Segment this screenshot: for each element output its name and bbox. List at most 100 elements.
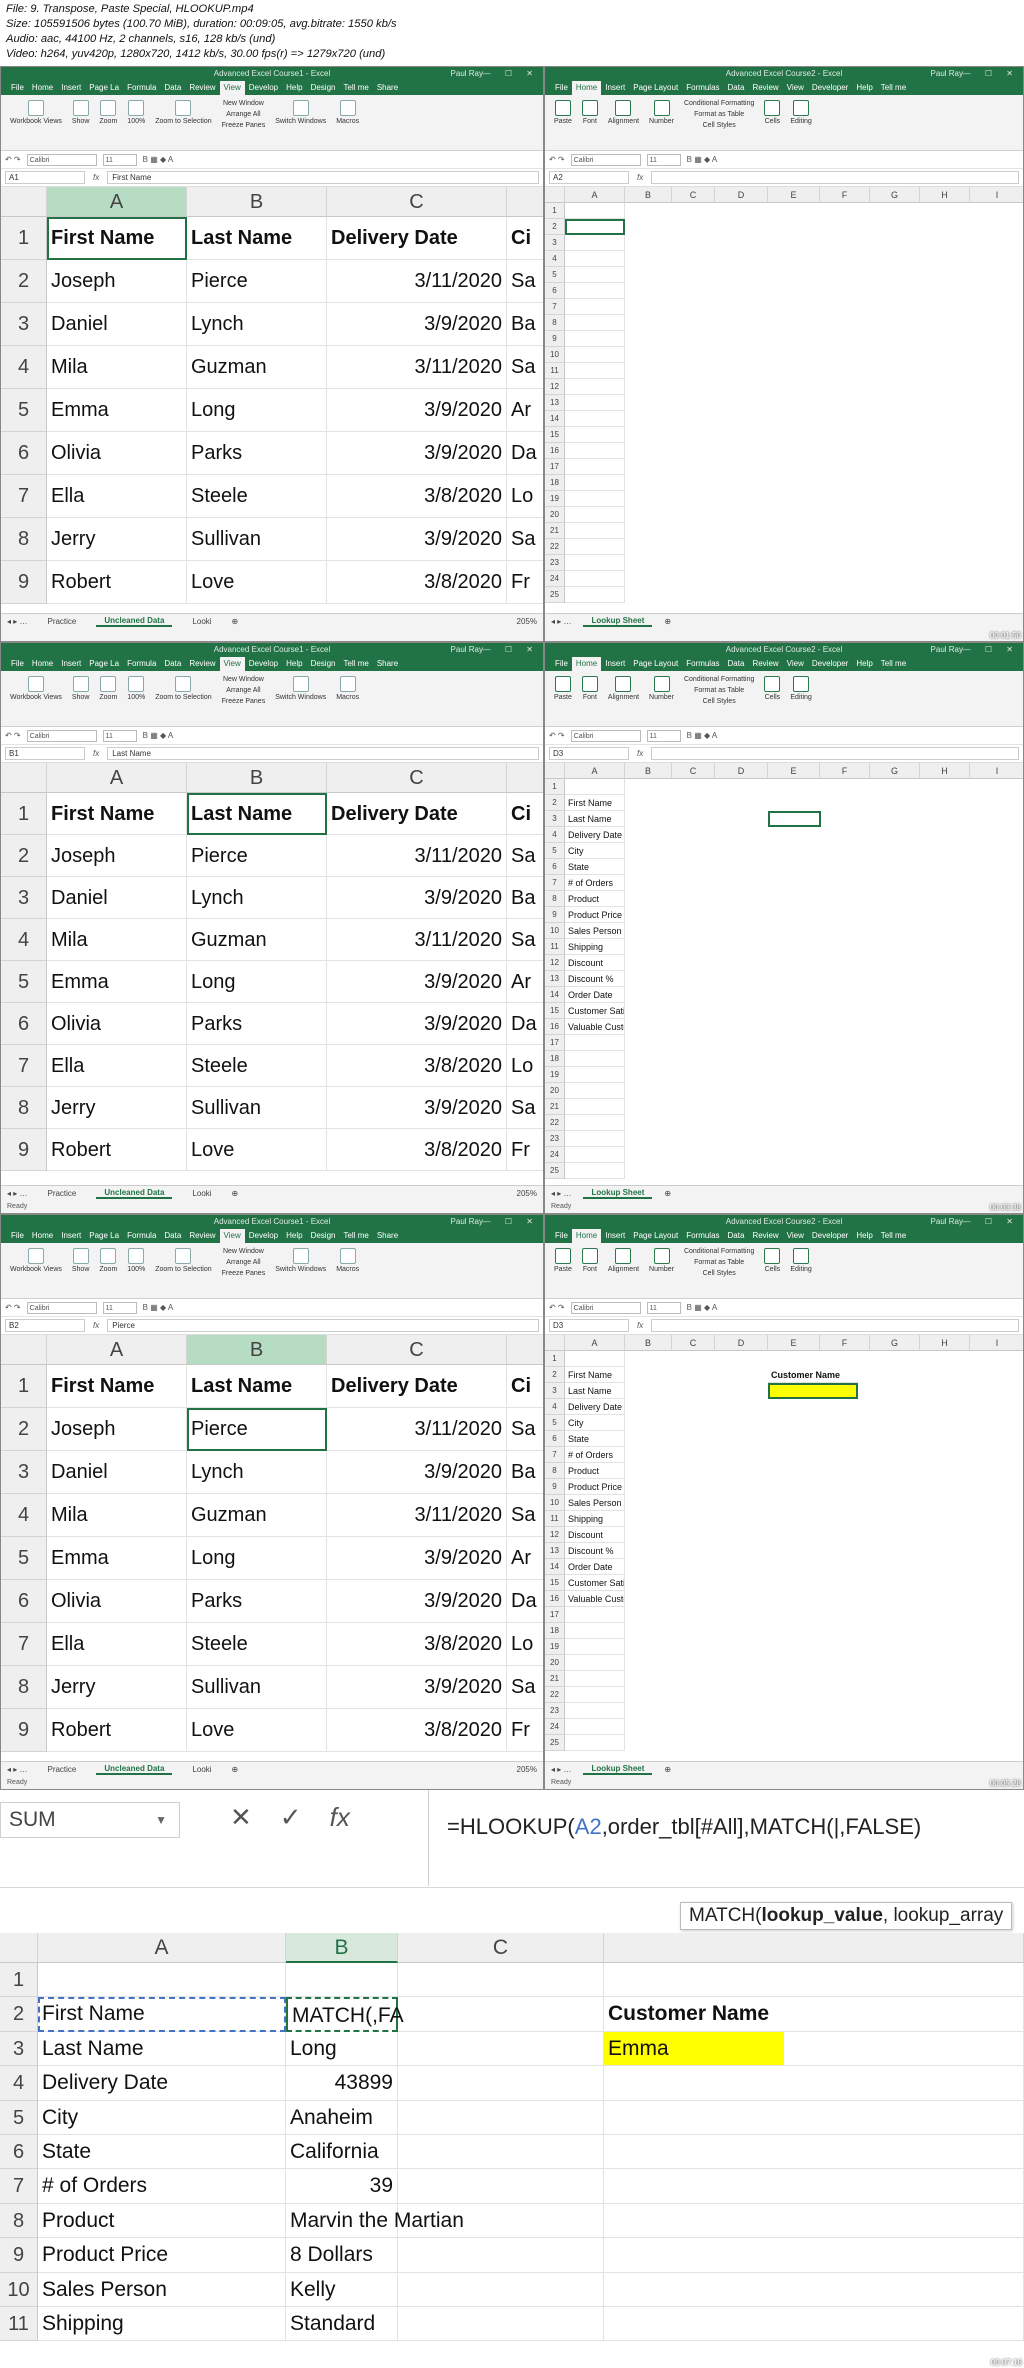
window-controls[interactable]: — ☐ ✕ [963,1215,1019,1229]
fx-icon[interactable]: fx [637,1321,643,1330]
ribbon-tab[interactable]: View [783,81,808,95]
data-cell[interactable] [565,283,625,299]
row-header[interactable]: 2 [545,1367,565,1383]
data-cell[interactable]: Last Name [565,1383,625,1399]
undo-icon[interactable]: ↶ ↷ [549,731,565,740]
column-header[interactable]: H [920,763,970,779]
ribbon-tab[interactable]: Home [28,657,57,671]
data-cell[interactable] [565,1099,625,1115]
macros-button[interactable]: Macros [333,1245,362,1296]
font-size-select[interactable]: 11 [646,153,681,166]
format-icons[interactable]: B ▦ ◆ A [143,731,174,740]
name-box[interactable]: D3 [549,747,629,760]
row-header[interactable]: 11 [545,939,565,955]
column-header[interactable]: B [625,1335,672,1351]
ribbon-tab[interactable]: Tell me [877,81,910,95]
ribbon-tab[interactable]: View [219,657,245,671]
chevron-down-icon[interactable]: ▼ [155,1803,167,1837]
editing-button[interactable]: Editing [787,673,814,724]
row-header[interactable]: 6 [545,1431,565,1447]
ribbon-tab[interactable]: Help [852,81,876,95]
column-header[interactable]: A [38,1933,286,1963]
row-header[interactable]: 3 [545,235,565,251]
data-cell[interactable] [565,411,625,427]
column-header[interactable]: E [768,763,820,779]
ribbon-button[interactable]: Show [69,1245,93,1296]
row-header[interactable]: 14 [545,1559,565,1575]
data-cell[interactable]: Long [286,2031,398,2067]
data-cell[interactable]: Sales Person [565,923,625,939]
macros-button[interactable]: Macros [333,97,362,148]
row-header[interactable]: 19 [545,1639,565,1655]
ribbon-tab[interactable]: File [551,1229,572,1243]
data-cell[interactable]: 3/11/2020 [327,260,507,303]
row-header[interactable]: 8 [545,1463,565,1479]
header-cell[interactable]: Last Name [187,217,327,260]
column-header[interactable]: D [715,187,768,203]
data-cell[interactable] [565,779,625,795]
data-cell[interactable]: City [38,2100,286,2135]
data-cell[interactable]: 3/8/2020 [327,475,507,518]
row-header[interactable]: 16 [545,443,565,459]
ribbon-tab[interactable]: File [551,657,572,671]
row-header[interactable]: 6 [0,2135,38,2170]
data-cell[interactable]: Da [507,432,543,475]
data-cell[interactable]: Long [187,961,327,1003]
ribbon-tab[interactable]: File [7,657,28,671]
ribbon-button[interactable]: Font [579,673,601,724]
row-header[interactable]: 20 [545,1655,565,1671]
row-header[interactable]: 7 [545,875,565,891]
data-cell[interactable]: 3/9/2020 [327,961,507,1003]
column-header[interactable]: I [970,1335,1023,1351]
ribbon-button[interactable]: Zoom [96,673,120,724]
name-box[interactable]: SUM ▼ [0,1802,180,1838]
ribbon-button[interactable]: Number [646,1245,677,1296]
macros-button[interactable]: Macros [333,673,362,724]
formula-input[interactable] [651,171,1019,184]
formula-input[interactable] [651,747,1019,760]
data-cell[interactable] [604,2169,1024,2204]
column-header[interactable]: A [565,1335,625,1351]
column-header[interactable]: B [187,187,327,217]
data-cell[interactable] [398,1963,604,1998]
font-family-select[interactable]: Calibri [26,1301,97,1314]
data-cell[interactable]: Robert [47,1709,187,1752]
column-header[interactable] [507,1335,543,1365]
ribbon-button[interactable]: Show [69,97,93,148]
row-header[interactable]: 19 [545,1067,565,1083]
row-header[interactable]: 7 [1,1623,47,1666]
font-size-select[interactable]: 11 [102,729,137,742]
row-header[interactable]: 8 [1,518,47,561]
data-cell[interactable]: State [38,2135,286,2170]
row-header[interactable]: 6 [1,432,47,475]
switch-windows-button[interactable]: Switch Windows [272,97,329,148]
sheet-tab[interactable]: Practice [39,1189,84,1198]
column-header[interactable]: A [565,763,625,779]
format-icons[interactable]: B ▦ ◆ A [687,155,718,164]
ribbon-tab[interactable]: View [219,81,245,95]
data-cell[interactable]: Olivia [47,1003,187,1045]
row-header[interactable]: 4 [1,919,47,961]
column-header[interactable]: G [870,1335,920,1351]
name-box[interactable]: B1 [5,747,85,760]
ribbon-tab[interactable]: Help [852,1229,876,1243]
row-header[interactable]: 9 [1,561,47,604]
data-cell[interactable]: Sa [507,1666,543,1709]
window-option[interactable]: Freeze Panes [222,119,266,130]
data-cell[interactable]: Lo [507,1623,543,1666]
data-cell[interactable]: Daniel [47,1451,187,1494]
data-cell[interactable]: Lynch [187,877,327,919]
row-header[interactable]: 18 [545,1051,565,1067]
data-cell[interactable]: 3/11/2020 [327,1408,507,1451]
header-cell[interactable]: Ci [507,1365,543,1408]
switch-windows-button[interactable]: Switch Windows [272,673,329,724]
data-cell[interactable]: Guzman [187,919,327,961]
data-cell[interactable] [398,2307,604,2342]
data-cell[interactable]: Valuable Customers [565,1591,625,1607]
row-header[interactable]: 8 [0,2203,38,2239]
data-cell[interactable]: Order Date [565,987,625,1003]
data-cell[interactable]: Product [565,891,625,907]
data-cell[interactable]: Long [187,1537,327,1580]
row-header[interactable]: 18 [545,1623,565,1639]
name-box[interactable]: B2 [5,1319,85,1332]
